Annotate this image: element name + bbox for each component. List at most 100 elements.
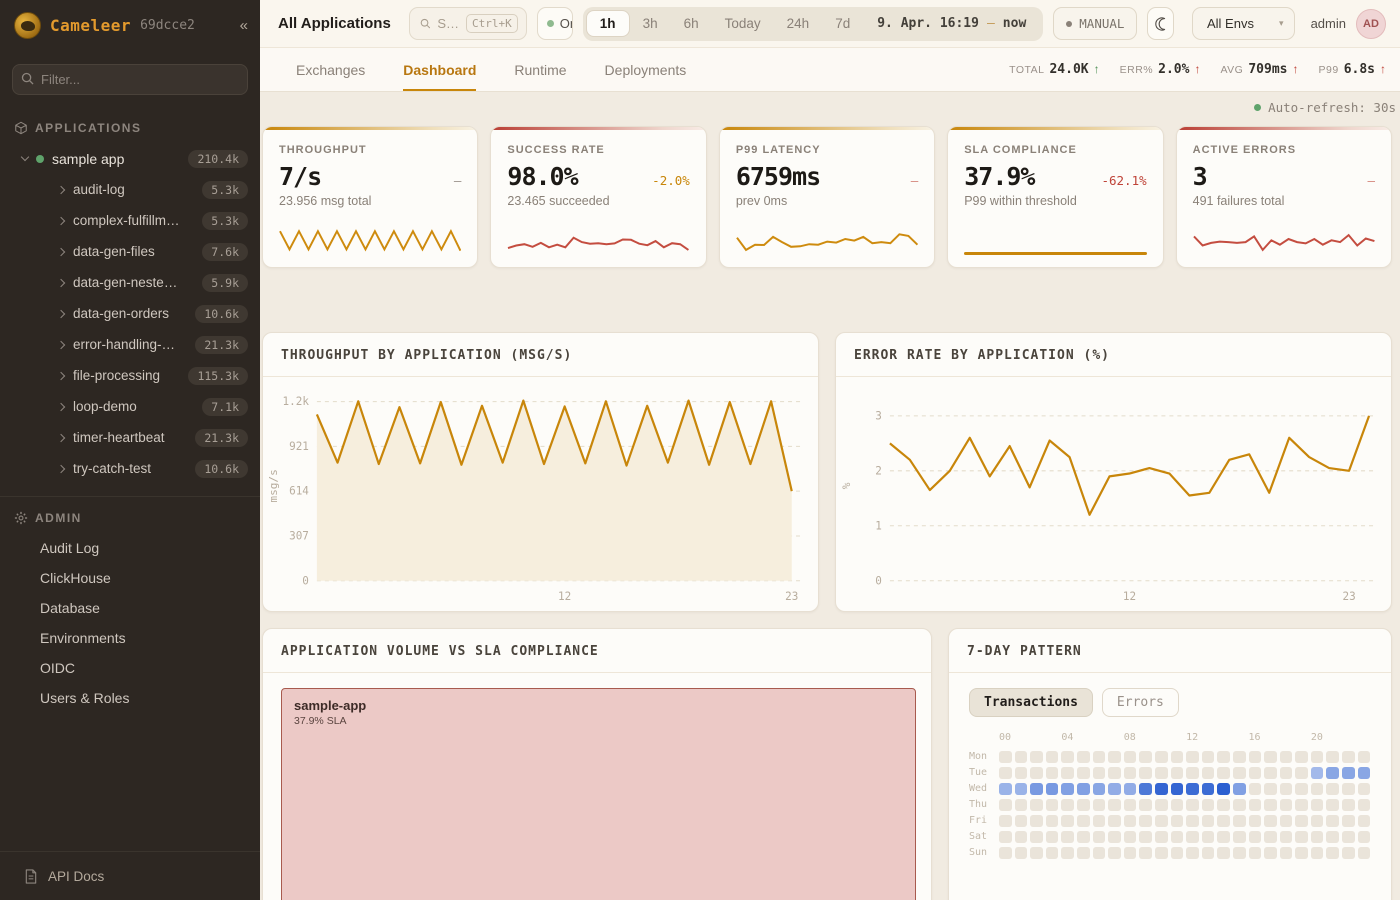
sidebar-item-error-handling-[interactable]: error-handling-…21.3k (0, 329, 260, 360)
stat-value: 6.8s (1344, 62, 1375, 77)
heatmap-cell (1311, 847, 1324, 860)
heatmap-cell (1280, 847, 1293, 860)
heatmap-cell (1311, 799, 1324, 812)
heatmap-cell (1124, 847, 1137, 860)
sidebar-item-file-processing[interactable]: file-processing115.3k (0, 360, 260, 391)
sidebar-item-data-gen-files[interactable]: data-gen-files7.6k (0, 236, 260, 267)
heatmap-cell (1186, 751, 1199, 764)
heatmap-cell (1264, 783, 1277, 796)
search-icon (420, 17, 431, 30)
admin-item-clickhouse[interactable]: ClickHouse (0, 563, 260, 593)
search-input[interactable]: S… Ctrl+K (409, 7, 527, 40)
time-range-today[interactable]: Today (712, 11, 774, 36)
heatmap-cell (1030, 799, 1043, 812)
kpi-value-row: 6759ms– (736, 162, 918, 191)
pattern-tab-errors[interactable]: Errors (1102, 688, 1179, 717)
stat-value: 2.0% (1158, 62, 1189, 77)
admin-item-audit-log[interactable]: Audit Log (0, 533, 260, 563)
heatmap-cell (1264, 815, 1277, 828)
heatmap-cell (1358, 847, 1371, 860)
hour-label (1093, 732, 1109, 747)
date-range-display[interactable]: 9. Apr. 16:19 – now (863, 16, 1040, 31)
admin-item-environments[interactable]: Environments (0, 623, 260, 653)
heatmap-cell (1139, 815, 1152, 828)
heatmap-cell (1233, 783, 1246, 796)
sidebar-item-data-gen-neste[interactable]: data-gen-neste…5.9k (0, 267, 260, 298)
sidebar: Cameleer 69dcce2 « APPLICATIONS sample a… (0, 0, 260, 900)
hour-label (1171, 732, 1187, 747)
tab-deployments[interactable]: Deployments (605, 48, 687, 91)
collapse-sidebar-button[interactable]: « (240, 17, 248, 34)
heatmap-cell (1061, 831, 1074, 844)
heatmap-cell (1358, 799, 1371, 812)
heatmap-cell (1326, 767, 1339, 780)
chevron-right-icon (57, 402, 65, 410)
pattern-tab-transactions[interactable]: Transactions (969, 688, 1093, 717)
trend-up-icon: ↑ (1380, 62, 1386, 76)
tab-runtime[interactable]: Runtime (514, 48, 566, 91)
heatmap-cell (1342, 783, 1355, 796)
heatmap-cell (1077, 783, 1090, 796)
time-range-buttons: 1h3h6hToday24h7d (586, 10, 863, 37)
pattern-tabs: Transactions Errors (969, 688, 1371, 717)
chart-title: APPLICATION VOLUME VS SLA COMPLIANCE (281, 644, 599, 659)
kpi-subtext: prev 0ms (736, 194, 918, 208)
svg-text:2: 2 (875, 464, 882, 477)
kpi-delta: – (911, 173, 919, 188)
bottom-row: APPLICATION VOLUME VS SLA COMPLIANCE sam… (262, 628, 1392, 900)
kpi-value: 7/s (279, 162, 321, 191)
sidebar-item-sample-app[interactable]: sample app 210.4k (0, 143, 260, 174)
kpi-subtext: 23.956 msg total (279, 194, 461, 208)
online-status-pill[interactable]: On (537, 7, 573, 40)
kpi-row: THROUGHPUT7/s–23.956 msg totalSUCCESS RA… (262, 126, 1392, 268)
auto-refresh-label: Auto-refresh: 30s (1268, 100, 1396, 115)
environment-select[interactable]: All Envs ▾ (1192, 7, 1295, 40)
api-docs-link[interactable]: API Docs (0, 851, 260, 900)
sidebar-item-loop-demo[interactable]: loop-demo7.1k (0, 391, 260, 422)
sidebar-item-complex-fulfillm[interactable]: complex-fulfillm…5.3k (0, 205, 260, 236)
heatmap-cell (999, 831, 1012, 844)
admin-item-oidc[interactable]: OIDC (0, 653, 260, 683)
treemap-block-sla: 37.9% SLA (294, 715, 903, 727)
heatmap-cell (1311, 815, 1324, 828)
heatmap-cell (1342, 799, 1355, 812)
filter-input[interactable] (12, 64, 248, 95)
heatmap-cell (1295, 767, 1308, 780)
time-range-7d[interactable]: 7d (822, 11, 863, 36)
stat-p99: P996.8s↑ (1319, 62, 1387, 77)
sidebar-item-data-gen-orders[interactable]: data-gen-orders10.6k (0, 298, 260, 329)
svg-text:12: 12 (558, 590, 571, 603)
sidebar-item-try-catch-test[interactable]: try-catch-test10.6k (0, 453, 260, 484)
heatmap-row-thu: Thu (969, 799, 1371, 812)
admin-item-users-roles[interactable]: Users & Roles (0, 683, 260, 713)
admin-item-database[interactable]: Database (0, 593, 260, 623)
kpi-delta: – (1368, 173, 1376, 188)
time-range-3h[interactable]: 3h (630, 11, 671, 36)
heatmap-row-sat: Sat (969, 831, 1371, 844)
dark-mode-toggle[interactable] (1147, 7, 1174, 40)
chevron-right-icon (57, 278, 65, 286)
manual-refresh-button[interactable]: MANUAL (1053, 7, 1137, 40)
day-label: Sat (969, 831, 999, 842)
heatmap-cell (1202, 847, 1215, 860)
sidebar-item-audit-log[interactable]: audit-log5.3k (0, 174, 260, 205)
kpi-card-throughput: THROUGHPUT7/s–23.956 msg total (262, 126, 478, 268)
time-range-6h[interactable]: 6h (671, 11, 712, 36)
sidebar-item-timer-heartbeat[interactable]: timer-heartbeat21.3k (0, 422, 260, 453)
kpi-subtext: 491 failures total (1193, 194, 1375, 208)
time-range-1h[interactable]: 1h (586, 10, 630, 37)
heatmap-cell (1295, 799, 1308, 812)
heatmap-cell (1326, 799, 1339, 812)
time-range-24h[interactable]: 24h (774, 11, 823, 36)
tab-exchanges[interactable]: Exchanges (296, 48, 365, 91)
user-avatar[interactable]: AD (1356, 9, 1386, 39)
heatmap-cell (1249, 783, 1262, 796)
heatmap-cell (1108, 815, 1121, 828)
tab-dashboard[interactable]: Dashboard (403, 48, 476, 91)
heatmap-cell (1202, 831, 1215, 844)
kpi-value-row: 7/s– (279, 162, 461, 191)
heatmap-cell (1217, 815, 1230, 828)
heatmap-cell (1124, 767, 1137, 780)
heatmap-cell (1061, 783, 1074, 796)
treemap-block-sample-app[interactable]: sample-app 37.9% SLA (281, 688, 916, 900)
